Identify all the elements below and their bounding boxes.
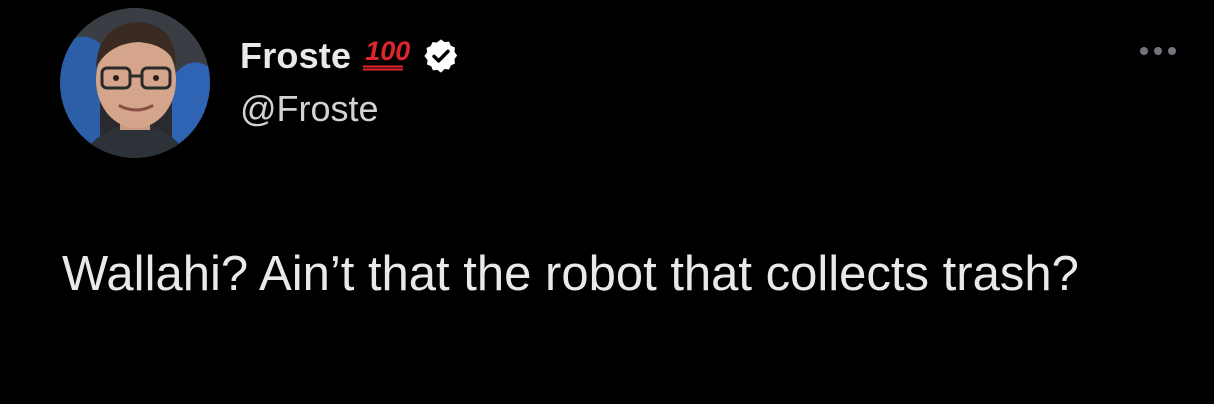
tweet-card: Froste 100 @Froste Wallahi? Ain’t that t…: [0, 0, 1214, 404]
hundred-points-emoji: 100: [363, 35, 411, 71]
name-row: Froste 100: [240, 30, 460, 82]
user-handle[interactable]: @Froste: [240, 88, 460, 130]
more-horizontal-icon[interactable]: [1140, 47, 1176, 55]
hundred-underline-icon: [363, 65, 404, 70]
avatar-photo: [60, 8, 210, 158]
more-dot: [1140, 47, 1148, 55]
more-dot: [1168, 47, 1176, 55]
hundred-points-text: 100: [365, 35, 411, 66]
author-identity: Froste 100 @Froste: [240, 30, 460, 130]
verified-badge-icon[interactable]: [422, 37, 460, 75]
display-name[interactable]: Froste: [240, 35, 351, 77]
avatar[interactable]: [60, 8, 210, 158]
tweet-text: Wallahi? Ain’t that the robot that colle…: [62, 247, 1079, 301]
more-dot: [1154, 47, 1162, 55]
